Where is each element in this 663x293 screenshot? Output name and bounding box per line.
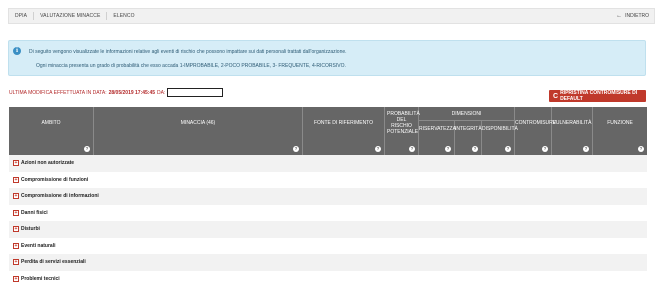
header-riservatezza: RISERVATEZZA ? bbox=[419, 121, 456, 155]
expand-icon[interactable]: + bbox=[13, 242, 19, 249]
group-row[interactable]: + Eventi naturali bbox=[9, 238, 647, 255]
header-dimensioni: DIMENSIONI bbox=[419, 107, 515, 121]
group-label: Azioni non autorizzate bbox=[21, 160, 75, 167]
group-label: Compromissione di funzioni bbox=[21, 176, 89, 183]
group-row[interactable]: + Problemi tecnici bbox=[9, 271, 647, 288]
expand-icon[interactable]: + bbox=[13, 275, 19, 282]
breadcrumb-item-elenco[interactable]: ELENCO bbox=[107, 13, 140, 19]
last-modified: ULTIMA MODIFICA EFFETTUATA IN DATA: 28/0… bbox=[9, 88, 224, 97]
breadcrumb-bar: DPIA VALUTAZIONE MINACCE ELENCO ← INDIET… bbox=[8, 8, 655, 24]
group-row[interactable]: + Perdita di servizi essenziali bbox=[9, 254, 647, 271]
group-label: Perdita di servizi essenziali bbox=[21, 259, 86, 266]
group-row[interactable]: + Azioni non autorizzate bbox=[9, 155, 647, 172]
info-icon: i bbox=[13, 47, 21, 55]
group-row[interactable]: + Danni fisici bbox=[9, 205, 647, 222]
reset-icon: C bbox=[553, 92, 559, 100]
header-funzione: FUNZIONE ? bbox=[607, 120, 644, 152]
group-label: Disturbi bbox=[21, 226, 40, 233]
expand-icon[interactable]: + bbox=[13, 160, 19, 167]
group-row[interactable]: + Disturbi bbox=[9, 221, 647, 238]
help-icon[interactable]: ? bbox=[293, 146, 299, 152]
help-icon[interactable]: ? bbox=[409, 146, 415, 152]
header-disponibilita: DISPONIBILITÀ ? bbox=[482, 121, 518, 155]
reset-button-label: RIPRISTINA CONTROMISURE DI DEFAULT bbox=[560, 90, 638, 102]
info-alert: i Di seguito vengono visualizzate le inf… bbox=[8, 40, 646, 76]
breadcrumb-item-valutazione-minacce[interactable]: VALUTAZIONE MINACCE bbox=[34, 13, 106, 19]
expand-icon[interactable]: + bbox=[13, 226, 19, 233]
threat-group-list: + Azioni non autorizzate + Compromission… bbox=[9, 155, 647, 287]
info-text-line1: Di seguito vengono visualizzate le infor… bbox=[29, 49, 347, 55]
arrow-left-icon: ← bbox=[616, 13, 623, 19]
help-icon[interactable]: ? bbox=[505, 146, 511, 152]
expand-icon[interactable]: + bbox=[13, 176, 19, 183]
last-modified-by-label: DA: bbox=[157, 89, 166, 96]
last-modified-user-box bbox=[167, 88, 224, 97]
help-icon[interactable]: ? bbox=[445, 146, 451, 152]
expand-icon[interactable]: + bbox=[13, 209, 19, 216]
help-icon[interactable]: ? bbox=[542, 146, 548, 152]
group-label: Problemi tecnici bbox=[21, 275, 60, 282]
help-icon[interactable]: ? bbox=[375, 146, 381, 152]
info-text-line2: Ogni minaccia presenta un grado di proba… bbox=[36, 63, 346, 69]
back-button[interactable]: ← INDIETRO bbox=[616, 13, 654, 19]
expand-icon[interactable]: + bbox=[13, 259, 19, 266]
back-label: INDIETRO bbox=[625, 13, 649, 19]
header-vulnerabilita: VULNERABILITÀ ? bbox=[552, 107, 593, 155]
last-modified-label: ULTIMA MODIFICA EFFETTUATA IN DATA: bbox=[9, 89, 107, 96]
breadcrumb-item-dpia[interactable]: DPIA bbox=[9, 13, 33, 19]
help-icon[interactable]: ? bbox=[638, 146, 644, 152]
help-icon[interactable]: ? bbox=[84, 146, 90, 152]
header-probabilita: PROBABILITÀ DEL RISCHIO POTENZIALE ? bbox=[385, 107, 420, 155]
last-modified-date: 28/05/2019 17:45:45 bbox=[108, 89, 156, 96]
header-integrita: INTEGRITÀ ? bbox=[455, 121, 482, 155]
expand-icon[interactable]: + bbox=[13, 193, 19, 200]
header-contromisure: CONTROMISURE ? bbox=[515, 107, 556, 155]
table-header: AMBITO ? MINACCIA (46) ? FONTE DI RIFERI… bbox=[9, 107, 647, 155]
reset-countermeasures-button[interactable]: C RIPRISTINA CONTROMISURE DI DEFAULT bbox=[549, 90, 646, 102]
header-ambito: AMBITO ? bbox=[9, 107, 94, 155]
group-label: Danni fisici bbox=[21, 209, 48, 216]
header-fonte: FONTE DI RIFERIMENTO ? bbox=[303, 107, 385, 155]
group-row[interactable]: + Compromissione di funzioni bbox=[9, 172, 647, 189]
header-minaccia: MINACCIA (46) ? bbox=[94, 107, 303, 155]
group-label: Eventi naturali bbox=[21, 242, 56, 249]
help-icon[interactable]: ? bbox=[472, 146, 478, 152]
group-row[interactable]: + Compromissione di informazioni bbox=[9, 188, 647, 205]
group-label: Compromissione di informazioni bbox=[21, 193, 99, 200]
help-icon[interactable]: ? bbox=[583, 146, 589, 152]
